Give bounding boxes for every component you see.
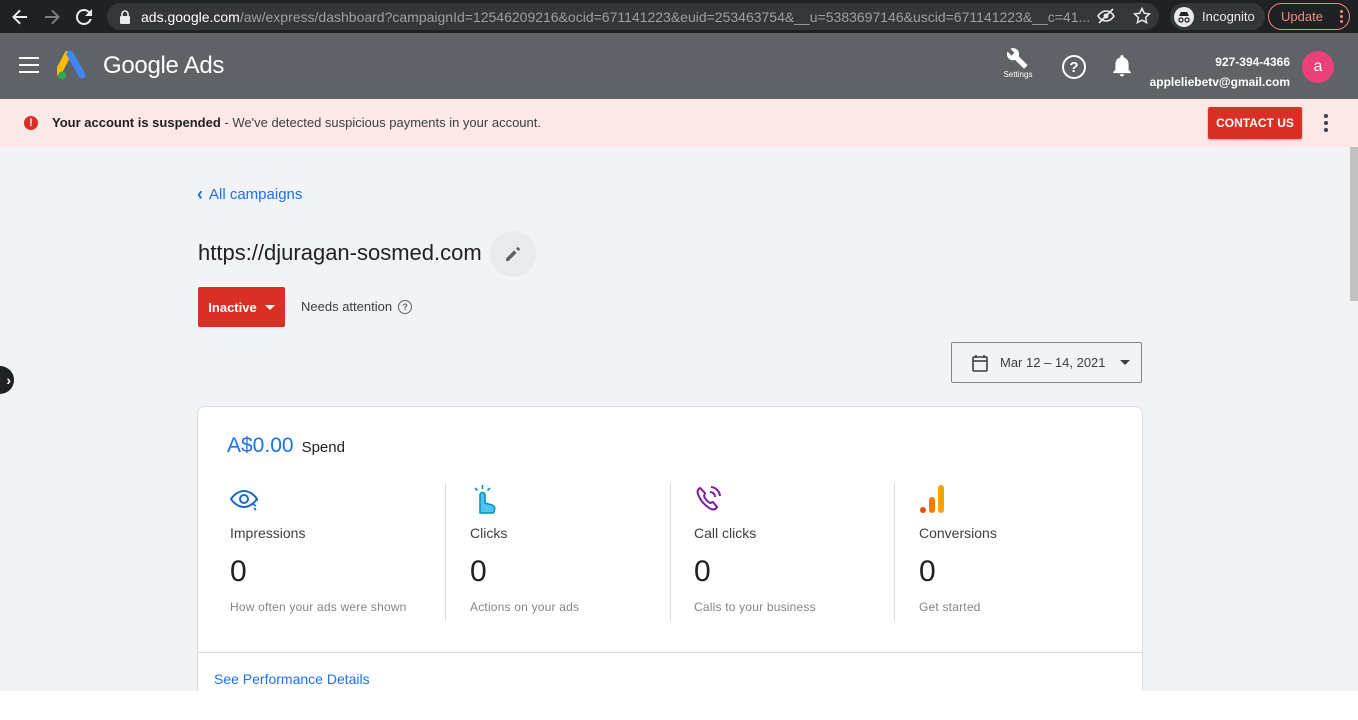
metric-description: Calls to your business [694,600,816,614]
lock-icon [120,9,130,24]
metric-value: 0 [470,555,487,588]
account-phone: 927-394-4366 [1215,55,1290,69]
metric-conversions: Conversions 0 Get started [919,483,1143,621]
calendar-icon [972,354,988,372]
metric-divider [670,483,671,621]
caret-down-icon [1119,360,1130,365]
browser-menu-icon[interactable] [1340,10,1343,23]
account-email: appleliebetv@gmail.com [1149,75,1290,89]
date-range-picker[interactable]: Mar 12 – 14, 2021 [951,342,1142,383]
performance-details-link[interactable]: See Performance Details [214,671,370,687]
edit-button[interactable] [490,231,536,277]
caret-down-icon [264,304,275,310]
settings-button[interactable]: Settings [1000,47,1036,79]
forward-arrow-icon[interactable] [36,0,68,33]
banner-detail: - We've detected suspicious payments in … [220,115,541,130]
browser-toolbar: ads.google.com/aw/express/dashboard?camp… [0,0,1358,33]
hamburger-menu-icon[interactable] [19,57,39,73]
chevron-left-icon: ‹ [197,184,203,204]
metric-value: 0 [919,555,936,588]
all-campaigns-label: All campaigns [209,186,303,203]
star-icon[interactable] [1133,7,1151,25]
help-circle-icon[interactable]: ? [398,299,413,314]
metric-divider [894,483,895,621]
settings-label: Settings [1003,70,1033,79]
summary-card: A$0.00 Spend Impressions 0 How often you… [197,406,1143,706]
needs-attention: Needs attention ? [301,299,413,314]
spend-label: Spend [301,439,345,456]
metric-description[interactable]: Get started [919,600,981,614]
brand-name: Google Ads [103,52,225,79]
card-divider [198,652,1142,653]
url-text: ads.google.com/aw/express/dashboard?camp… [141,8,1091,25]
metric-call-clicks: Call clicks 0 Calls to your business [694,483,918,621]
avatar[interactable]: a [1302,51,1334,83]
metric-clicks: Clicks 0 Actions on your ads [470,483,694,621]
touch-click-icon [474,485,496,514]
reload-icon[interactable] [68,0,100,33]
metric-value: 0 [694,555,711,588]
account-info[interactable]: 927-394-4366 appleliebetv@gmail.com [1150,52,1290,92]
pencil-icon [506,246,521,261]
wrench-icon [1007,48,1028,69]
scrollbar[interactable] [1350,147,1358,301]
more-options-icon[interactable] [1320,114,1332,132]
metric-name: Impressions [230,525,306,541]
metric-name: Call clicks [694,525,757,541]
metric-name: Conversions [919,525,997,541]
address-bar[interactable]: ads.google.com/aw/express/dashboard?camp… [107,3,1159,30]
banner-title: Your account is suspended [52,115,221,130]
metric-description: Actions on your ads [470,600,580,614]
campaign-title: https://djuragan-sosmed.com [198,240,482,265]
main-content: › ‹ All campaigns https://djuragan-sosme… [0,147,1358,706]
metric-name: Clicks [470,525,508,541]
needs-attention-label: Needs attention [301,299,393,314]
error-icon: ! [24,116,38,130]
status-label: Inactive [208,299,257,315]
ads-header: Google Ads Settings ? 927-394-4366 apple… [0,33,1358,99]
spend-amount: A$0.00 [227,434,294,457]
conversion-bars-icon [920,485,944,513]
spend-summary: A$0.00 Spend [227,434,345,458]
all-campaigns-link[interactable]: ‹ All campaigns [197,184,302,205]
incognito-icon [1174,6,1194,27]
eye-icon [230,489,259,511]
metric-description: How often your ads were shown [230,600,407,614]
help-icon[interactable]: ? [1062,55,1086,79]
bottom-edge [0,691,1358,720]
contact-us-button[interactable]: CONTACT US [1208,107,1302,139]
incognito-label: Incognito [1202,9,1255,24]
update-label: Update [1281,9,1323,24]
back-arrow-icon[interactable] [4,0,36,33]
banner-message: Your account is suspended - We've detect… [52,115,541,130]
update-button[interactable]: Update [1268,3,1350,30]
incognito-indicator[interactable]: Incognito [1170,3,1265,30]
campaign-status-dropdown[interactable]: Inactive [198,287,285,327]
metric-impressions: Impressions 0 How often your ads were sh… [230,483,454,621]
date-range-label: Mar 12 – 14, 2021 [1000,355,1106,370]
bell-icon[interactable] [1112,55,1132,77]
eye-off-icon[interactable] [1097,7,1115,25]
google-ads-logo [57,51,86,80]
expand-panel-icon[interactable]: › [0,366,14,394]
suspension-banner: ! Your account is suspended - We've dete… [0,99,1358,147]
phone-call-icon [696,486,721,511]
metric-value: 0 [230,555,247,588]
metric-divider [445,483,446,621]
